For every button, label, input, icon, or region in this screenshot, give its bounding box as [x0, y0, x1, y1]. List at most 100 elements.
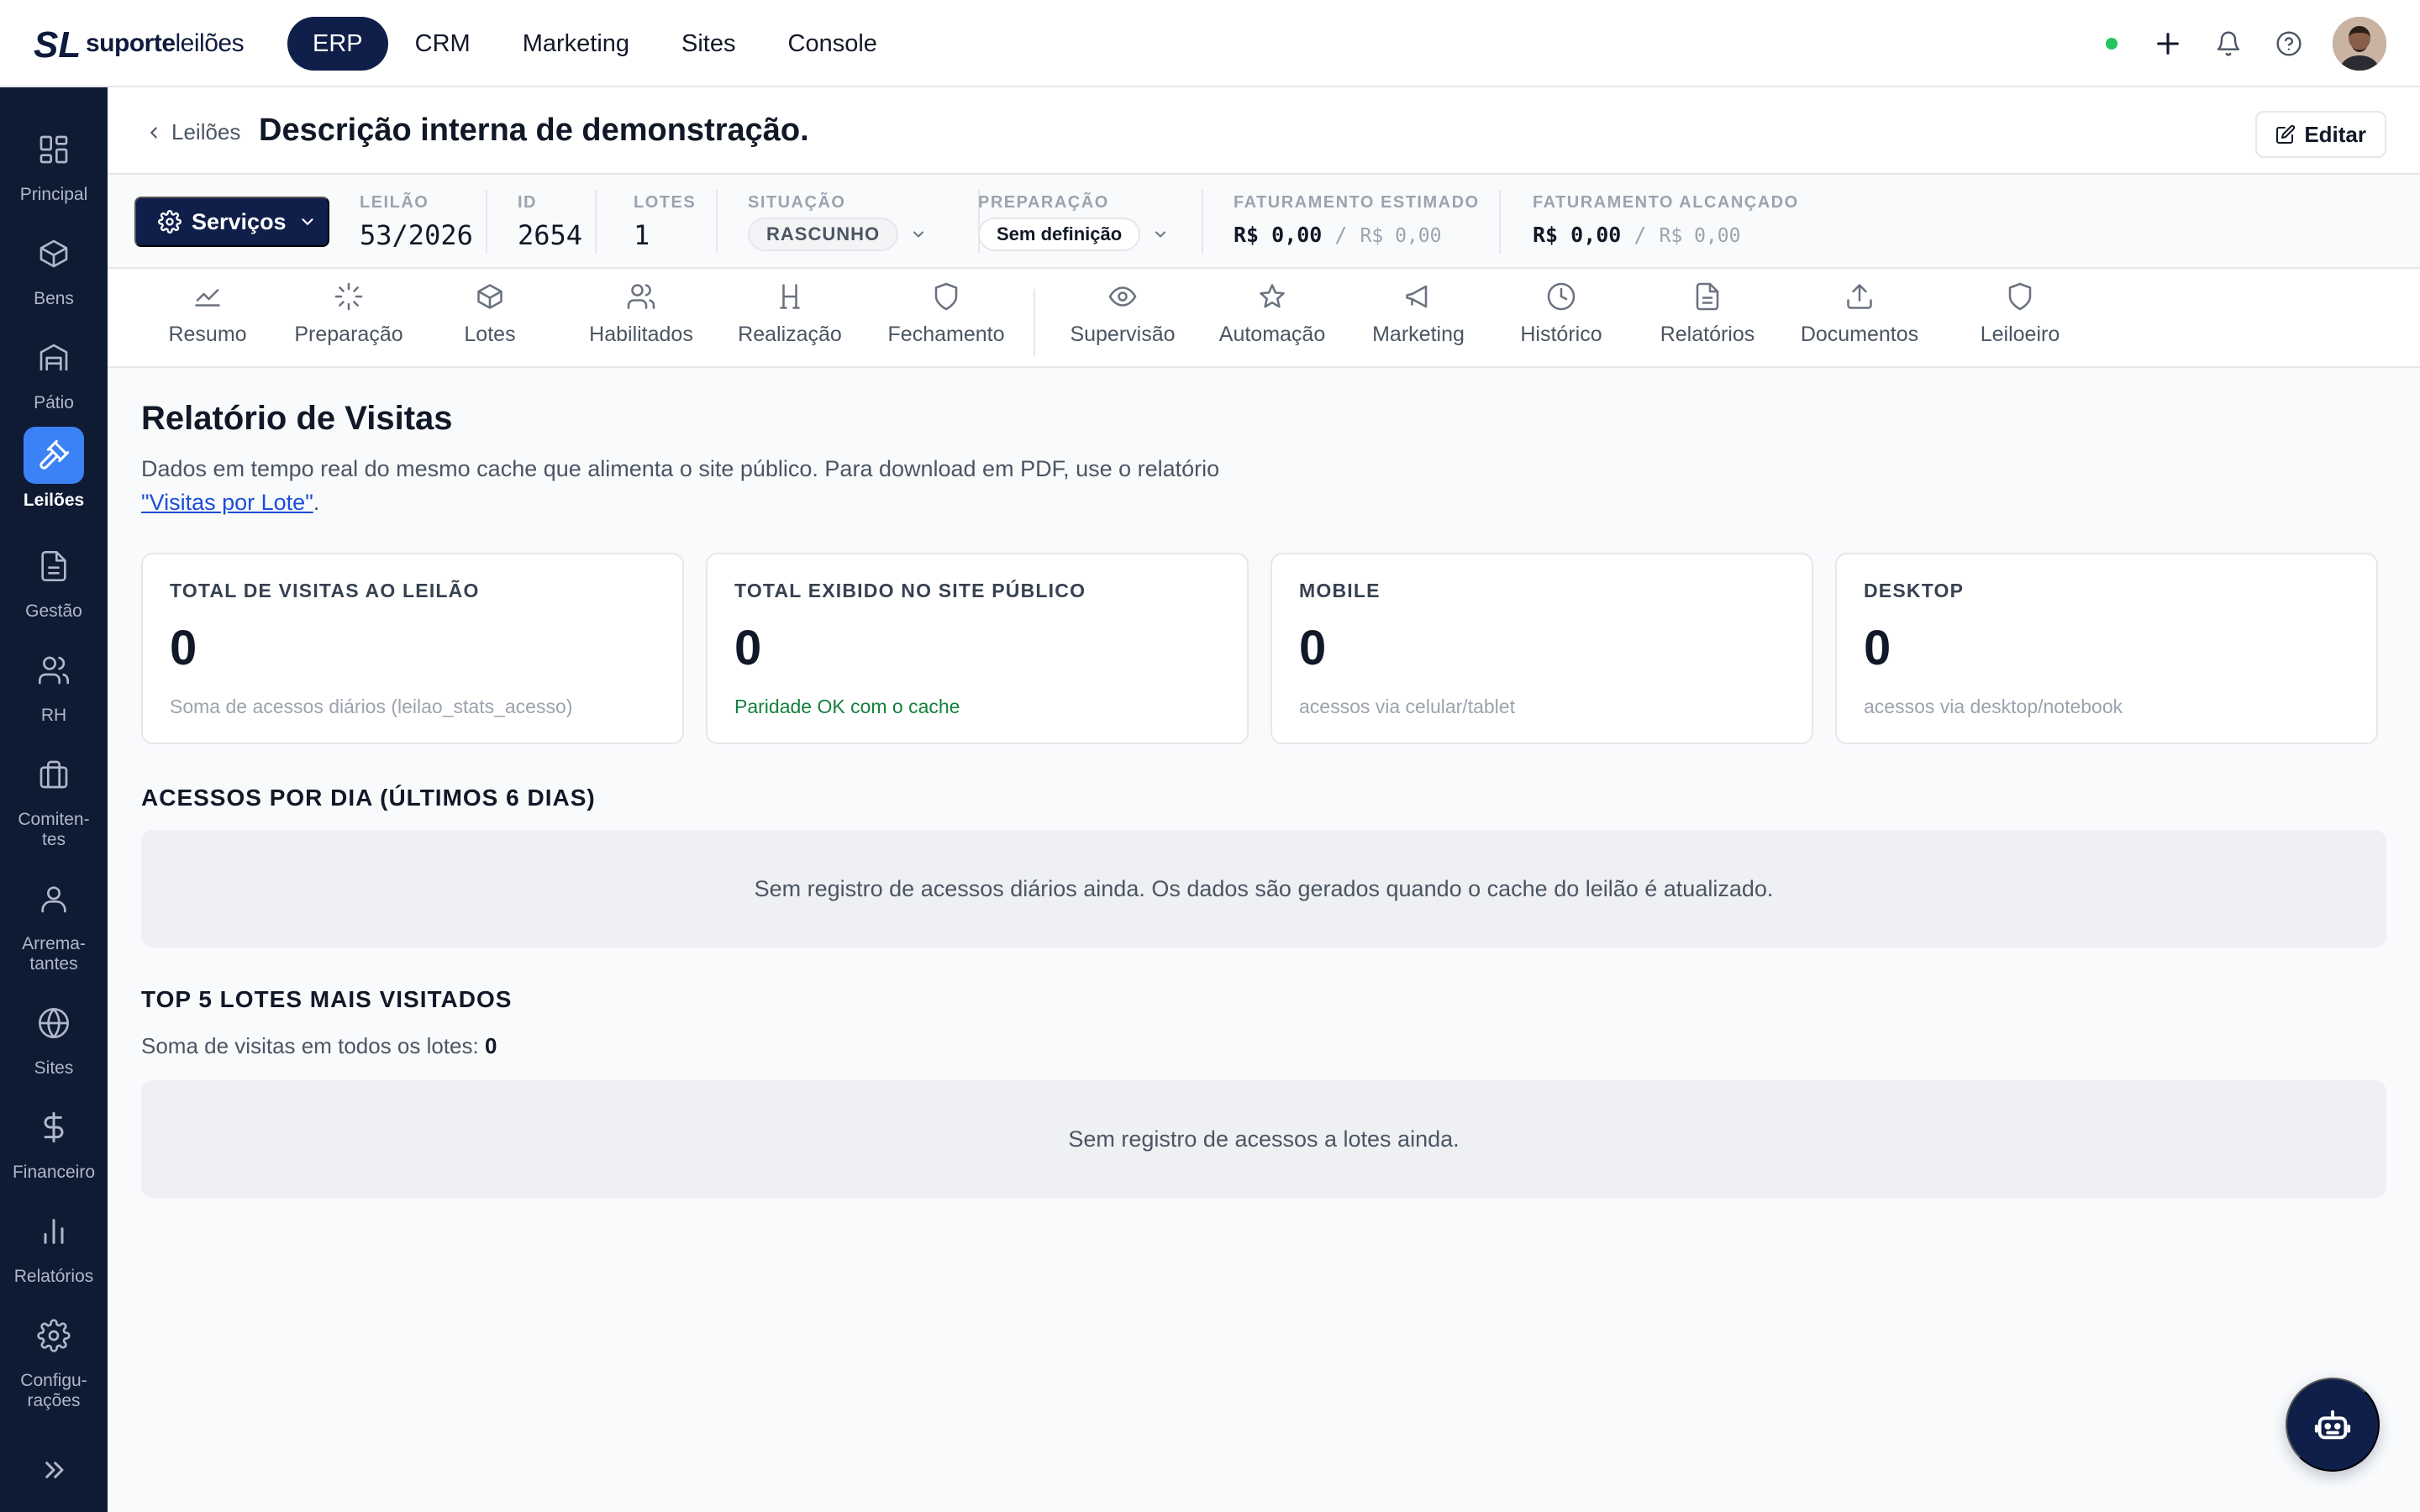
services-dropdown-button[interactable]: Serviços: [134, 197, 329, 247]
sidebar-item-gestao[interactable]: Gestão: [0, 538, 108, 622]
tab-automacao[interactable]: Automação: [1213, 281, 1331, 347]
warehouse-icon: [24, 329, 84, 386]
tab-historico[interactable]: Histórico: [1511, 281, 1612, 347]
users-icon: [625, 281, 657, 312]
sidebar-item-label: Configu- rações: [20, 1371, 87, 1410]
tab-realizacao[interactable]: Realização: [733, 281, 847, 347]
sum-value: 0: [484, 1033, 497, 1058]
info-label: LEILÃO: [360, 193, 429, 212]
sidebar-item-principal[interactable]: Principal: [0, 121, 108, 205]
sidebar-item-sites[interactable]: Sites: [0, 995, 108, 1079]
brand-name: suporteleilões: [86, 29, 245, 57]
sidebar-item-label: Leilões: [23, 491, 85, 510]
sidebar-item-comitentes[interactable]: Comiten- tes: [0, 746, 108, 850]
sidebar-item-label: Arrema- tantes: [22, 934, 86, 974]
top-bar: SL suporteleilões ERP CRM Marketing Site…: [0, 0, 2420, 87]
topnav-marketing[interactable]: Marketing: [497, 17, 655, 71]
tab-divider: [1034, 289, 1035, 356]
topnav-sites[interactable]: Sites: [656, 17, 760, 71]
sidebar-item-label: RH: [40, 706, 67, 725]
topnav-console[interactable]: Console: [763, 17, 902, 71]
tab-preparacao[interactable]: Preparação: [286, 281, 412, 347]
sidebar-item-configuracoes[interactable]: Configu- rações: [0, 1307, 108, 1411]
sidebar-expand-icon[interactable]: [37, 1453, 71, 1487]
tab-label: Documentos: [1800, 323, 1919, 346]
topnav-erp[interactable]: ERP: [287, 17, 388, 71]
grid-icon: [24, 121, 84, 178]
tab-marketing[interactable]: Marketing: [1365, 281, 1472, 347]
edit-button[interactable]: Editar: [2255, 111, 2386, 158]
info-value: 2654: [518, 219, 583, 251]
stat-card-total-site: TOTAL EXIBIDO NO SITE PÚBLICO 0 Paridade…: [706, 553, 1249, 744]
tab-label: Fechamento: [887, 323, 1005, 346]
preparacao-select[interactable]: Sem definição: [978, 218, 1169, 251]
sidebar-item-label: Relatórios: [13, 1267, 94, 1286]
stat-card-total-visitas: TOTAL DE VISITAS AO LEILÃO 0 Soma de ace…: [141, 553, 684, 744]
card-value: 0: [1299, 621, 1327, 675]
card-note: Paridade OK com o cache: [734, 696, 960, 717]
brand-logo[interactable]: SL suporteleilões: [34, 24, 245, 64]
info-value: 53/2026: [360, 219, 473, 251]
preparacao-badge: Sem definição: [978, 218, 1141, 251]
user-avatar[interactable]: [2333, 17, 2386, 71]
stats-cards: TOTAL DE VISITAS AO LEILÃO 0 Soma de ace…: [141, 553, 2386, 744]
sidebar-item-bens[interactable]: Bens: [0, 225, 108, 309]
sum-label: Soma de visitas em todos os lotes:: [141, 1033, 479, 1058]
card-note: acessos via celular/tablet: [1299, 696, 1515, 717]
assistant-bot-button[interactable]: [2286, 1378, 2380, 1472]
chevron-down-icon: [301, 218, 313, 226]
money-value: R$ 0,00 / R$ 0,00: [1234, 223, 1480, 247]
sidebar-item-arrematantes[interactable]: Arrema- tantes: [0, 870, 108, 974]
tab-label: Leiloeiro: [1980, 323, 2060, 346]
plus-icon[interactable]: [2151, 27, 2185, 60]
settings-icon: [24, 1307, 84, 1364]
user-icon: [24, 870, 84, 927]
tab-leiloeiro[interactable]: Leiloeiro: [1968, 281, 2072, 347]
sidebar-item-relatorios[interactable]: Relatórios: [0, 1203, 108, 1287]
back-label: Leilões: [171, 119, 241, 144]
card-label: TOTAL EXIBIDO NO SITE PÚBLICO: [734, 580, 1086, 601]
card-label: MOBILE: [1299, 580, 1381, 601]
tab-supervisao[interactable]: Supervisão: [1064, 281, 1181, 347]
sidebar-item-leiloes[interactable]: Leilões: [0, 427, 108, 511]
report-description: Dados em tempo real do mesmo cache que a…: [141, 452, 1402, 519]
money-value: R$ 0,00 / R$ 0,00: [1533, 223, 1799, 247]
description-text: Dados em tempo real do mesmo cache que a…: [141, 456, 1220, 481]
top-lots-empty-state: Sem registro de acessos a lotes ainda.: [141, 1080, 2386, 1198]
bell-icon[interactable]: [2212, 27, 2245, 60]
tab-habilitados[interactable]: Habilitados: [578, 281, 704, 347]
sidebar-item-label: Comiten- tes: [18, 810, 90, 849]
situacao-select[interactable]: RASCUNHO: [748, 218, 927, 251]
info-id: ID 2654: [518, 193, 582, 251]
tab-documentos[interactable]: Documentos: [1797, 281, 1923, 347]
file-icon: [1691, 281, 1723, 312]
loader-icon: [333, 281, 365, 312]
sidebar-item-patio[interactable]: Pátio: [0, 329, 108, 413]
tab-relatorios[interactable]: Relatórios: [1655, 281, 1760, 347]
svg-text:SL: SL: [34, 24, 79, 64]
info-label: PREPARAÇÃO: [978, 193, 1109, 212]
tab-lotes[interactable]: Lotes: [444, 281, 536, 347]
back-link[interactable]: Leilões: [145, 119, 240, 145]
logo-mark-icon: SL: [34, 24, 79, 64]
sidebar: Principal Bens Pátio Leilões Gestão RH C…: [0, 87, 108, 1512]
clock-icon: [1545, 281, 1577, 312]
topnav-crm[interactable]: CRM: [390, 17, 496, 71]
sidebar-item-financeiro[interactable]: Financeiro: [0, 1099, 108, 1183]
tab-label: Lotes: [464, 323, 516, 346]
help-icon[interactable]: [2272, 27, 2306, 60]
card-value: 0: [170, 621, 197, 675]
sidebar-item-rh[interactable]: RH: [0, 642, 108, 726]
visits-report: Relatório de Visitas Dados em tempo real…: [108, 368, 2420, 1512]
tab-resumo[interactable]: Resumo: [160, 281, 255, 347]
divider: [486, 190, 487, 254]
edit-icon: [2276, 124, 2296, 144]
visitas-por-lote-link[interactable]: "Visitas por Lote": [141, 490, 313, 515]
tab-fechamento[interactable]: Fechamento: [879, 281, 1013, 347]
amount-separator: /: [1334, 223, 1348, 247]
sidebar-item-label: Sites: [34, 1058, 74, 1078]
page-title: Descrição interna de demonstração.: [259, 113, 809, 148]
tab-label: Automação: [1218, 323, 1326, 346]
info-preparacao: PREPARAÇÃO Sem definição: [978, 193, 1169, 251]
divider: [1202, 190, 1203, 254]
